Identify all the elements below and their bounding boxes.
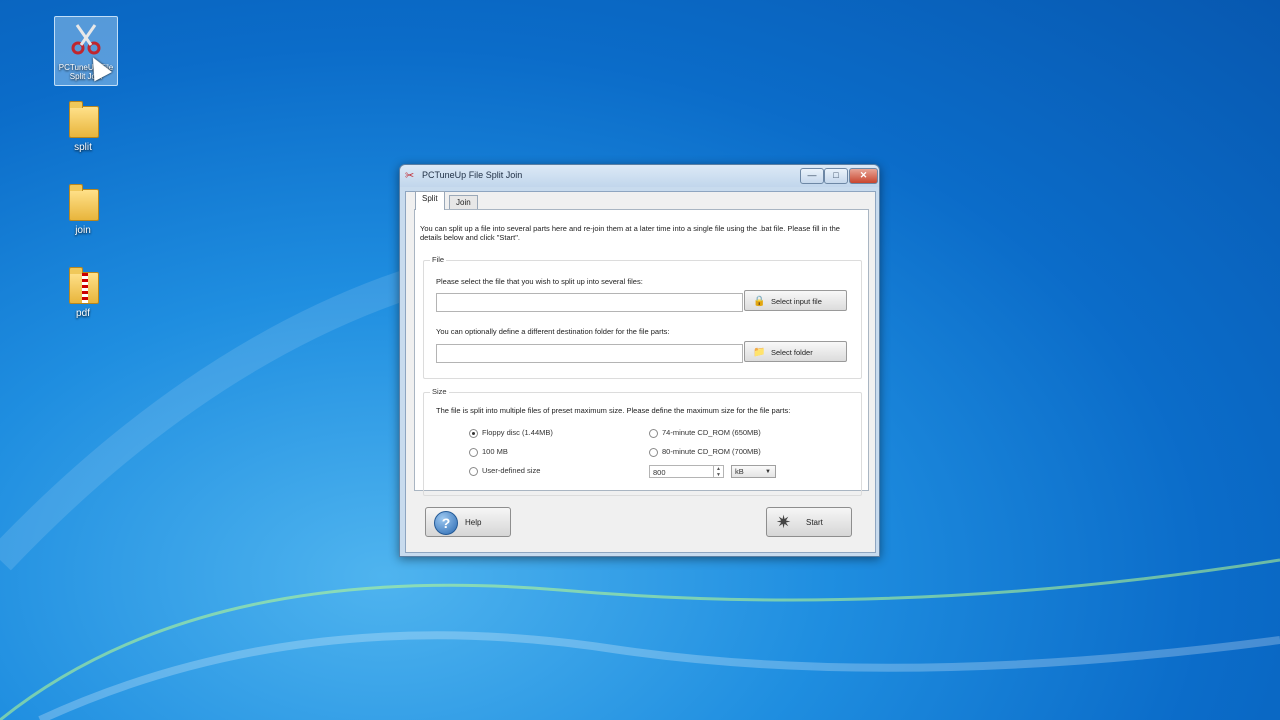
- destination-prompt: You can optionally define a different de…: [436, 327, 670, 336]
- user-size-stepper[interactable]: 800 ▲ ▼: [649, 465, 724, 478]
- radio-label: 74-minute CD_ROM (650MB): [662, 428, 761, 437]
- radio-74min-cd[interactable]: 74-minute CD_ROM (650MB): [649, 428, 761, 438]
- window-titlebar[interactable]: ✂ PCTuneUp File Split Join — □ ✕: [400, 165, 879, 187]
- desktop-icon-label: join: [75, 225, 91, 236]
- input-file-field[interactable]: [436, 293, 743, 312]
- desktop-icon-label: pdf: [76, 308, 90, 319]
- open-file-icon: 🔒: [753, 296, 766, 307]
- radio-label: User-defined size: [482, 466, 541, 475]
- radio-user-defined[interactable]: User-defined size: [469, 466, 540, 476]
- radio-dot: [469, 428, 478, 438]
- help-button[interactable]: ? Help: [425, 507, 511, 537]
- select-folder-label: Select folder: [771, 348, 813, 357]
- intro-text: You can split up a file into several par…: [420, 224, 840, 242]
- desktop-shortcut-split-join[interactable]: PCTuneUp File Split Join: [54, 16, 118, 86]
- start-label: Start: [806, 518, 823, 527]
- help-icon: ?: [434, 511, 458, 535]
- radio-dot: [469, 447, 478, 457]
- desktop-folder-pdf[interactable]: pdf: [52, 262, 114, 319]
- radio-dot: [469, 466, 478, 476]
- select-folder-button[interactable]: 📁 Select folder: [744, 341, 847, 362]
- folder-icon: 📁: [753, 347, 766, 358]
- radio-label: 100 MB: [482, 447, 508, 456]
- input-file-prompt: Please select the file that you wish to …: [436, 277, 643, 286]
- folder-icon: [66, 100, 100, 140]
- radio-label: Floppy disc (1.44MB): [482, 428, 553, 437]
- select-input-file-label: Select input file: [771, 297, 822, 306]
- chevron-down-icon: ▼: [765, 469, 771, 475]
- desktop-icon-label: split: [74, 142, 92, 153]
- app-icon: ✂: [405, 170, 415, 182]
- unit-value: kB: [735, 467, 744, 476]
- start-button[interactable]: ✷ Start: [766, 507, 852, 537]
- maximize-button[interactable]: □: [824, 168, 848, 184]
- zip-folder-icon: [66, 266, 100, 306]
- minimize-button[interactable]: —: [800, 168, 824, 184]
- size-group-label: Size: [430, 387, 449, 396]
- radio-floppy[interactable]: Floppy disc (1.44MB): [469, 428, 553, 438]
- magic-wand-icon: ✷: [776, 512, 792, 532]
- help-label: Help: [465, 518, 482, 527]
- tab-split[interactable]: Split: [415, 191, 445, 210]
- radio-dot: [649, 447, 658, 457]
- radio-dot: [649, 428, 658, 438]
- window-title: PCTuneUp File Split Join: [422, 170, 523, 180]
- desktop-folder-split[interactable]: split: [52, 96, 114, 153]
- radio-80min-cd[interactable]: 80-minute CD_ROM (700MB): [649, 447, 761, 457]
- radio-100mb[interactable]: 100 MB: [469, 447, 508, 457]
- file-group-label: File: [430, 255, 447, 264]
- close-button[interactable]: ✕: [849, 168, 878, 184]
- spin-arrows-icon[interactable]: ▲ ▼: [713, 466, 723, 478]
- split-join-window: ✂ PCTuneUp File Split Join — □ ✕ Split J…: [399, 164, 880, 557]
- destination-folder-field[interactable]: [436, 344, 743, 363]
- window-client: Split Join You can split up a file into …: [405, 191, 876, 553]
- select-input-file-button[interactable]: 🔒 Select input file: [744, 290, 847, 311]
- folder-icon: [66, 183, 100, 223]
- desktop-folder-join[interactable]: join: [52, 179, 114, 236]
- unit-select[interactable]: kB ▼: [731, 465, 776, 478]
- size-description: The file is split into multiple files of…: [436, 406, 791, 415]
- user-size-value: 800: [653, 468, 666, 477]
- radio-label: 80-minute CD_ROM (700MB): [662, 447, 761, 456]
